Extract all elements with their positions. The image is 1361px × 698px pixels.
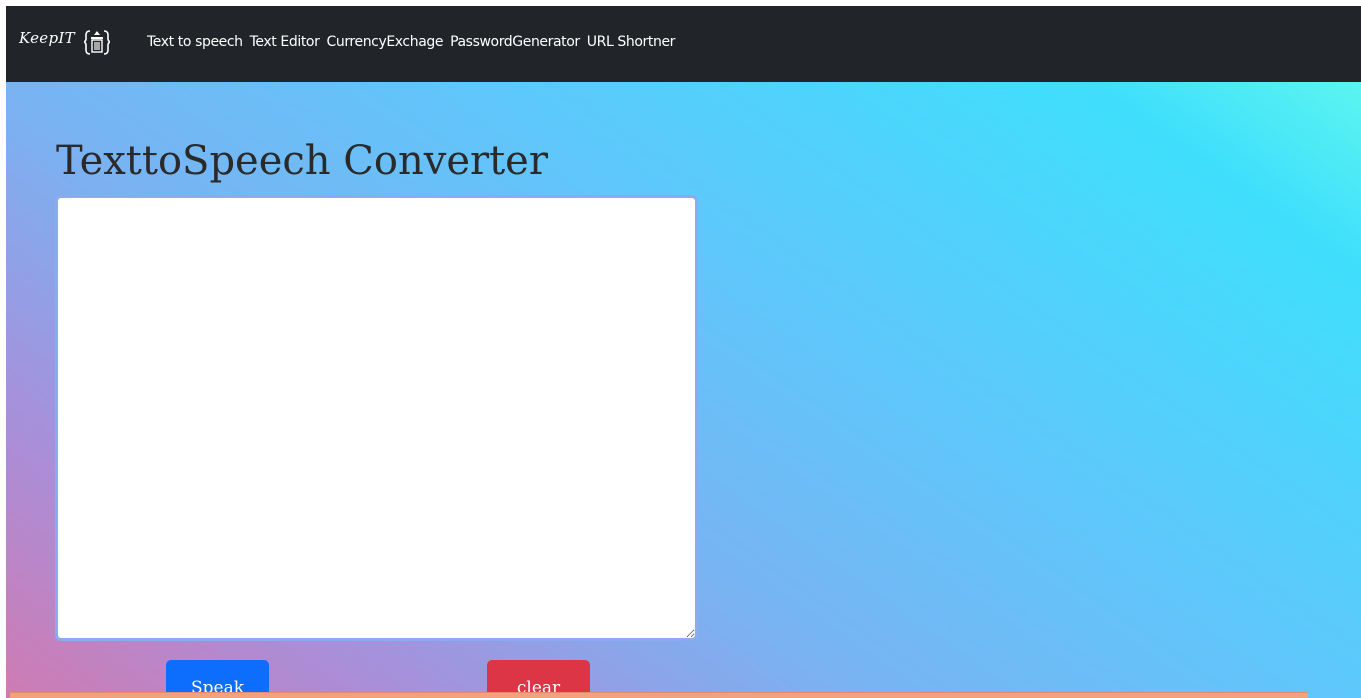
nav-link-text-to-speech[interactable]: Text to speech xyxy=(147,34,243,50)
main-content: TexttoSpeech Converter Speak clear xyxy=(6,82,1361,698)
nav-link-password-generator[interactable]: PasswordGenerator xyxy=(450,34,580,50)
page-title: TexttoSpeech Converter xyxy=(56,138,548,184)
browser-viewport: KeepIT Text to speech Text Editor Curren… xyxy=(6,6,1361,698)
trash-bin-icon xyxy=(82,28,112,56)
nav-link-text-editor[interactable]: Text Editor xyxy=(250,34,320,50)
bottom-banner xyxy=(10,692,1308,698)
brand-logo[interactable]: KeepIT xyxy=(19,29,75,47)
navbar: KeepIT Text to speech Text Editor Curren… xyxy=(6,6,1361,82)
nav-link-currency-exchange[interactable]: CurrencyExchage xyxy=(326,34,443,50)
nav-link-url-shortener[interactable]: URL Shortner xyxy=(587,34,676,50)
nav-links: Text to speech Text Editor CurrencyExcha… xyxy=(147,34,682,50)
speech-text-input[interactable] xyxy=(55,195,698,641)
